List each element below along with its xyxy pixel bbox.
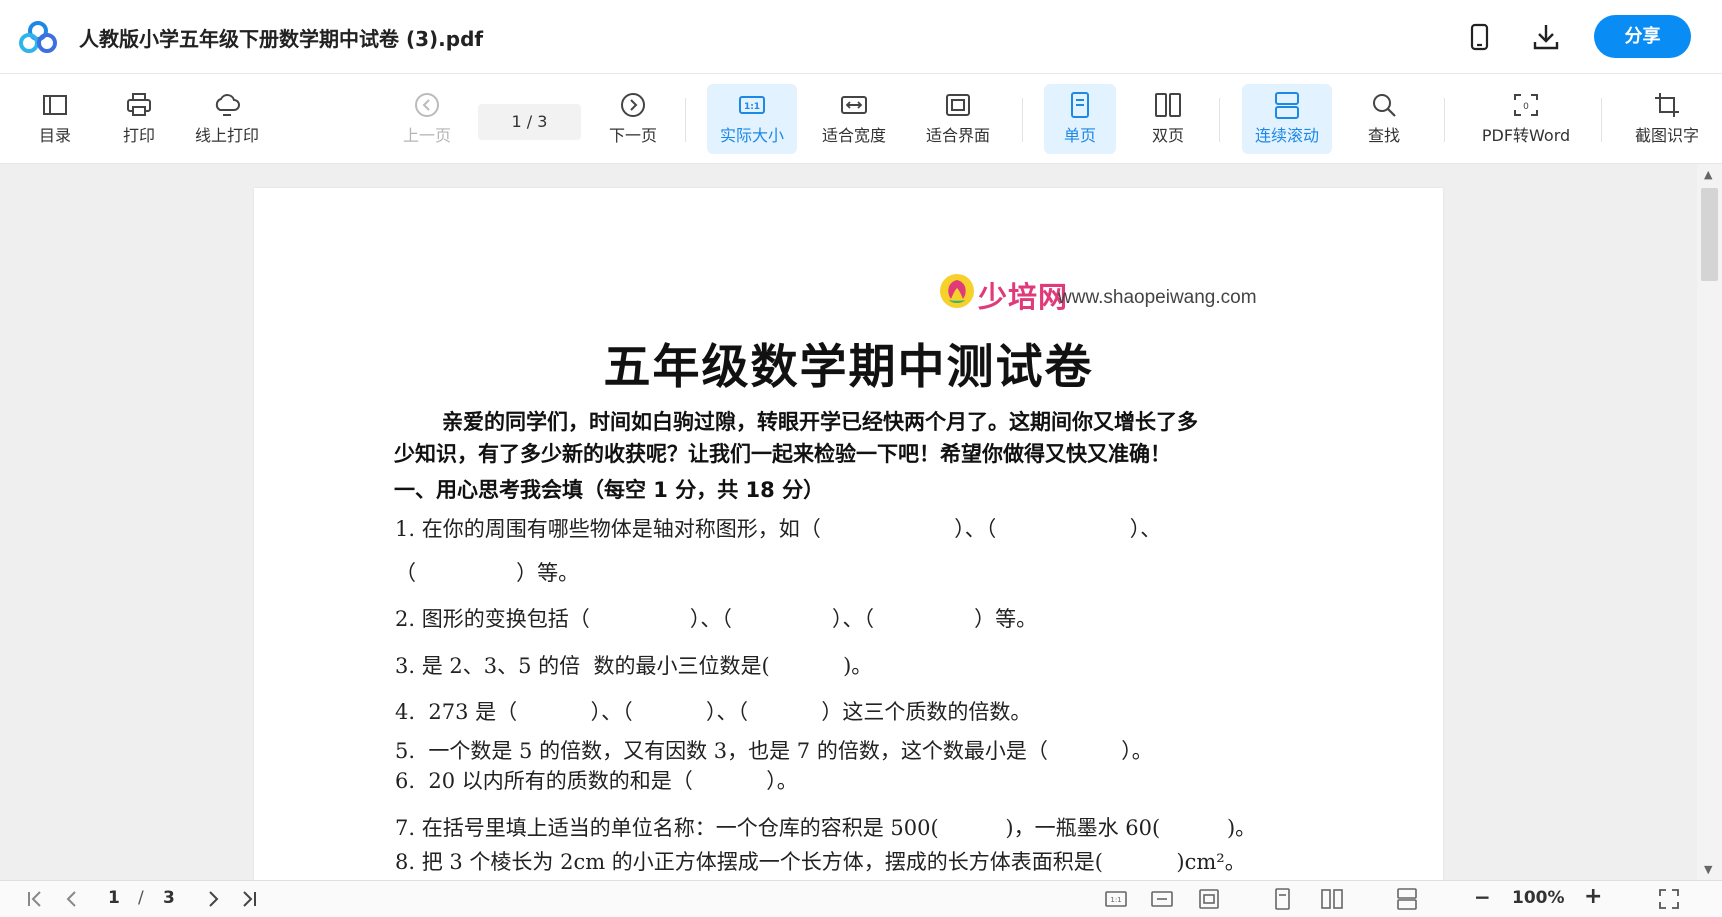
question-line: 8. 把 3 个棱长为 2cm 的小正方体摆成一个长方体，摆成的长方体表面积是(… xyxy=(395,850,1246,874)
continuous-scroll-icon xyxy=(1275,92,1299,119)
next-page-icon[interactable] xyxy=(201,887,225,911)
find-button[interactable]: 查找 xyxy=(1354,84,1414,154)
pdf-page: 少培网 www.shaopeiwang.com 五年级数学期中测试卷 亲爱的同学… xyxy=(254,188,1443,880)
scrollbar-thumb[interactable] xyxy=(1701,188,1718,281)
actual-size-icon: 1:1 xyxy=(739,96,765,114)
fit-width-icon[interactable] xyxy=(1150,887,1174,911)
pdf-to-word-button[interactable]: 0 PDF转Word xyxy=(1476,84,1576,154)
fit-screen-icon xyxy=(946,94,970,116)
chevron-left-circle-icon xyxy=(415,93,439,117)
search-icon xyxy=(1373,94,1396,117)
chevron-right-circle-icon xyxy=(621,93,645,117)
continuous-scroll-label: 连续滚动 xyxy=(1254,126,1319,145)
prev-page-button[interactable]: 上一页 xyxy=(398,84,456,154)
double-page-icon[interactable] xyxy=(1320,887,1344,911)
title-bar: 人教版小学五年级下册数学期中试卷 (3).pdf 分享 xyxy=(0,0,1722,74)
document-title: 人教版小学五年级下册数学期中试卷 (3).pdf xyxy=(79,27,484,51)
document-viewer[interactable]: 少培网 www.shaopeiwang.com 五年级数学期中测试卷 亲爱的同学… xyxy=(0,164,1722,880)
single-page-label: 单页 xyxy=(1063,126,1096,145)
question-line: 1. 在你的周围有哪些物体是轴对称图形，如（ ）、（ ）、 xyxy=(395,517,1162,541)
bottom-bar: 1 / 3 1:1 − 100% + xyxy=(0,880,1722,917)
first-page-icon[interactable] xyxy=(24,887,48,911)
continuous-scroll-icon[interactable] xyxy=(1395,887,1419,911)
single-page-button[interactable]: 单页 xyxy=(1044,84,1116,154)
toc-label: 目录 xyxy=(38,126,71,145)
intro-line-2: 少知识，有了多少新的收获呢？让我们一起来检验一下吧！希望你做得又快又准确！ xyxy=(394,441,1171,466)
svg-text:1:1: 1:1 xyxy=(744,102,760,112)
crop-icon xyxy=(1655,93,1679,117)
single-page-icon xyxy=(1071,92,1089,118)
continuous-scroll-button[interactable]: 连续滚动 xyxy=(1242,84,1332,154)
vertical-scrollbar[interactable]: ▲ ▼ xyxy=(1697,164,1722,880)
print-button[interactable]: 打印 xyxy=(112,84,166,154)
last-page-icon[interactable] xyxy=(236,887,260,911)
double-page-icon xyxy=(1155,93,1181,117)
fit-screen-icon[interactable] xyxy=(1197,887,1221,911)
share-button[interactable]: 分享 xyxy=(1594,15,1691,58)
current-page-number[interactable]: 1 xyxy=(108,888,120,908)
toolbar: 目录 打印 线上打印 上一页 1 / 3 下一页 1:1 实际大小 适合宽度 适… xyxy=(0,74,1722,164)
online-print-button[interactable]: 线上打印 xyxy=(188,84,266,154)
prev-page-icon[interactable] xyxy=(60,887,84,911)
online-print-label: 线上打印 xyxy=(194,126,259,145)
question-line: 5. 一个数是 5 的倍数，又有因数 3，也是 7 的倍数，这个数最小是（ ）。 xyxy=(395,739,1153,763)
question-line: 6. 20 以内所有的质数的和是（ ）。 xyxy=(395,769,798,793)
question-line: 2. 图形的变换包括（ ）、（ ）、（ ）等。 xyxy=(395,607,1038,631)
scroll-down-icon[interactable]: ▼ xyxy=(1704,863,1712,876)
question-line: 7. 在括号里填上适当的单位名称：一个仓库的容积是 500( )，一瓶墨水 60… xyxy=(395,816,1257,840)
fit-screen-button[interactable]: 适合界面 xyxy=(918,84,998,154)
intro-line-1: 亲爱的同学们，时间如白驹过隙，转眼开学已经快两个月了。这期间你又增长了多 xyxy=(442,409,1198,434)
print-label: 打印 xyxy=(122,126,155,145)
zoom-out-button[interactable]: − xyxy=(1474,885,1491,909)
app-logo-icon xyxy=(18,20,58,54)
svg-text:0: 0 xyxy=(1523,102,1529,112)
convert-icon: 0 xyxy=(1514,94,1538,116)
toolbar-divider xyxy=(1601,98,1602,142)
cloud-print-icon xyxy=(215,94,240,116)
fit-width-button[interactable]: 适合宽度 xyxy=(814,84,894,154)
print-icon xyxy=(127,93,151,116)
next-page-label: 下一页 xyxy=(608,126,657,145)
intro-paragraph: 亲爱的同学们，时间如白驹过隙，转眼开学已经快两个月了。这期间你又增长了多 少知识… xyxy=(394,406,1294,470)
site-logo-text: 少培网 xyxy=(978,280,1069,314)
svg-text:1:1: 1:1 xyxy=(1110,896,1121,904)
screenshot-ocr-label: 截图识字 xyxy=(1634,126,1699,145)
fit-screen-label: 适合界面 xyxy=(925,126,990,145)
fit-width-icon xyxy=(841,96,867,114)
toc-icon xyxy=(43,95,67,115)
pdf-to-word-label: PDF转Word xyxy=(1481,126,1571,145)
double-page-label: 双页 xyxy=(1151,126,1184,145)
next-page-button[interactable]: 下一页 xyxy=(604,84,662,154)
mobile-icon[interactable] xyxy=(1462,20,1496,54)
page-number-input[interactable]: 1 / 3 xyxy=(478,104,581,140)
exam-title: 五年级数学期中测试卷 xyxy=(603,340,1094,395)
toolbar-divider xyxy=(1219,98,1220,142)
single-page-icon[interactable] xyxy=(1270,887,1294,911)
toc-button[interactable]: 目录 xyxy=(28,84,82,154)
toolbar-divider xyxy=(1022,98,1023,142)
double-page-button[interactable]: 双页 xyxy=(1132,84,1204,154)
question-line: 3. 是 2、3、5 的倍 数的最小三位数是( )。 xyxy=(395,654,873,678)
find-label: 查找 xyxy=(1367,126,1400,145)
prev-page-label: 上一页 xyxy=(402,126,451,145)
actual-size-label: 实际大小 xyxy=(719,126,784,145)
flower-logo-icon xyxy=(940,274,974,308)
fit-width-label: 适合宽度 xyxy=(821,126,886,145)
actual-size-icon[interactable]: 1:1 xyxy=(1104,887,1128,911)
question-line: 4. 273 是（ ）、（ ）、（ ）这三个质数的倍数。 xyxy=(395,700,1032,724)
question-line: （ ）等。 xyxy=(395,561,580,585)
zoom-in-button[interactable]: + xyxy=(1584,884,1602,909)
site-url: www.shaopeiwang.com xyxy=(1058,287,1257,308)
zoom-level[interactable]: 100% xyxy=(1512,888,1565,908)
actual-size-button[interactable]: 1:1 实际大小 xyxy=(707,84,797,154)
toolbar-divider xyxy=(1444,98,1445,142)
fullscreen-icon[interactable] xyxy=(1657,887,1681,911)
page-separator: / xyxy=(138,888,144,908)
scroll-up-icon[interactable]: ▲ xyxy=(1704,168,1712,181)
download-icon[interactable] xyxy=(1529,20,1563,54)
total-pages: 3 xyxy=(163,888,175,908)
toolbar-divider xyxy=(685,98,686,142)
screenshot-ocr-button[interactable]: 截图识字 xyxy=(1625,84,1709,154)
section-heading: 一、用心思考我会填（每空 1 分，共 18 分） xyxy=(394,478,825,502)
